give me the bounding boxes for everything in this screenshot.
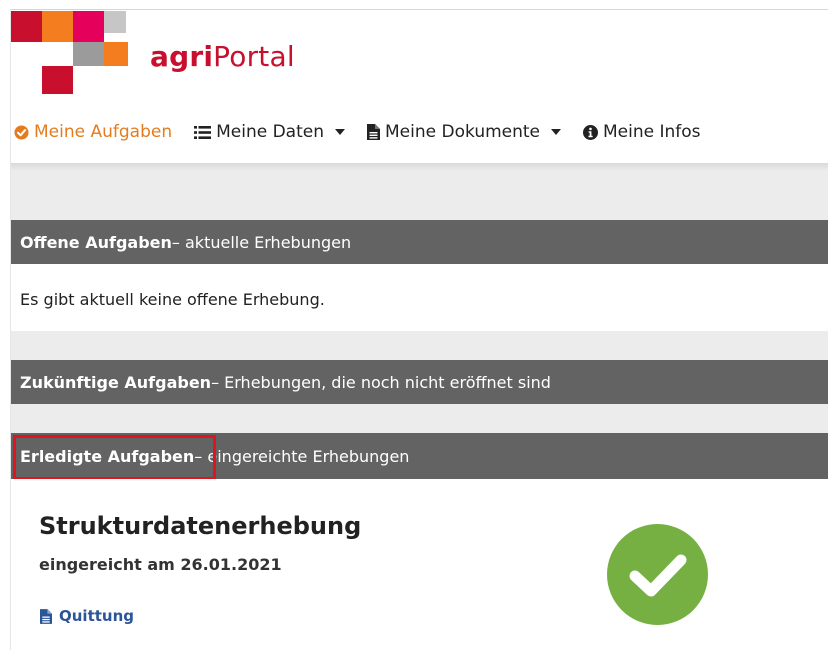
section-title: Offene Aufgaben bbox=[20, 232, 172, 252]
nav-label: Meine Infos bbox=[603, 122, 701, 142]
list-icon bbox=[194, 125, 212, 140]
check-circle-icon bbox=[14, 124, 29, 140]
nav-meine-infos[interactable]: Meine Infos bbox=[583, 122, 701, 142]
nav-label: Meine Aufgaben bbox=[34, 122, 173, 142]
highlight-box bbox=[13, 435, 216, 480]
nav-meine-dokumente[interactable]: Meine Dokumente bbox=[367, 122, 562, 142]
section-header-future: Zukünftige Aufgaben – Erhebungen, die no… bbox=[11, 360, 828, 404]
caret-down-icon bbox=[551, 129, 562, 135]
logo-square-red-2 bbox=[42, 66, 73, 94]
logo-text: agriPortal bbox=[150, 40, 295, 73]
submitted-date: eingereicht am 26.01.2021 bbox=[39, 555, 282, 574]
nav-label: Meine Dokumente bbox=[385, 122, 541, 142]
nav-label: Meine Daten bbox=[216, 122, 325, 142]
receipt-link[interactable]: Quittung bbox=[40, 607, 134, 625]
logo-square-gray bbox=[73, 42, 104, 66]
section-header-open: Offene Aufgaben – aktuelle Erhebungen bbox=[11, 220, 828, 264]
check-mark-icon bbox=[607, 524, 708, 625]
logo-square-magenta bbox=[73, 11, 104, 42]
tasks-content: Offene Aufgaben – aktuelle Erhebungen Es… bbox=[11, 163, 828, 650]
logo-square-orange bbox=[42, 11, 73, 42]
agriportal-logo[interactable]: agriPortal bbox=[0, 0, 300, 100]
section-subtitle: – eingereichte Erhebungen bbox=[194, 446, 410, 466]
logo-square-red bbox=[11, 11, 42, 42]
logo-square-lightgray bbox=[104, 11, 126, 33]
nav-meine-daten[interactable]: Meine Daten bbox=[194, 122, 346, 142]
info-icon bbox=[583, 124, 599, 140]
section-subtitle: – aktuelle Erhebungen bbox=[171, 232, 352, 252]
caret-down-icon bbox=[335, 129, 346, 135]
document-icon bbox=[367, 124, 381, 140]
no-open-tasks-message: Es gibt aktuell keine offene Erhebung. bbox=[20, 290, 325, 309]
document-icon bbox=[40, 608, 52, 624]
survey-title: Strukturdatenerhebung bbox=[39, 512, 362, 540]
logo-square-orange-2 bbox=[104, 42, 128, 66]
nav-meine-aufgaben[interactable]: Meine Aufgaben bbox=[14, 122, 172, 142]
main-navigation: Meine Aufgaben Meine Daten Meine Dokumen… bbox=[14, 119, 701, 145]
receipt-label: Quittung bbox=[59, 607, 135, 625]
section-subtitle: – Erhebungen, die noch nicht eröffnet si… bbox=[211, 372, 551, 392]
section-title: Zukünftige Aufgaben bbox=[20, 372, 212, 392]
